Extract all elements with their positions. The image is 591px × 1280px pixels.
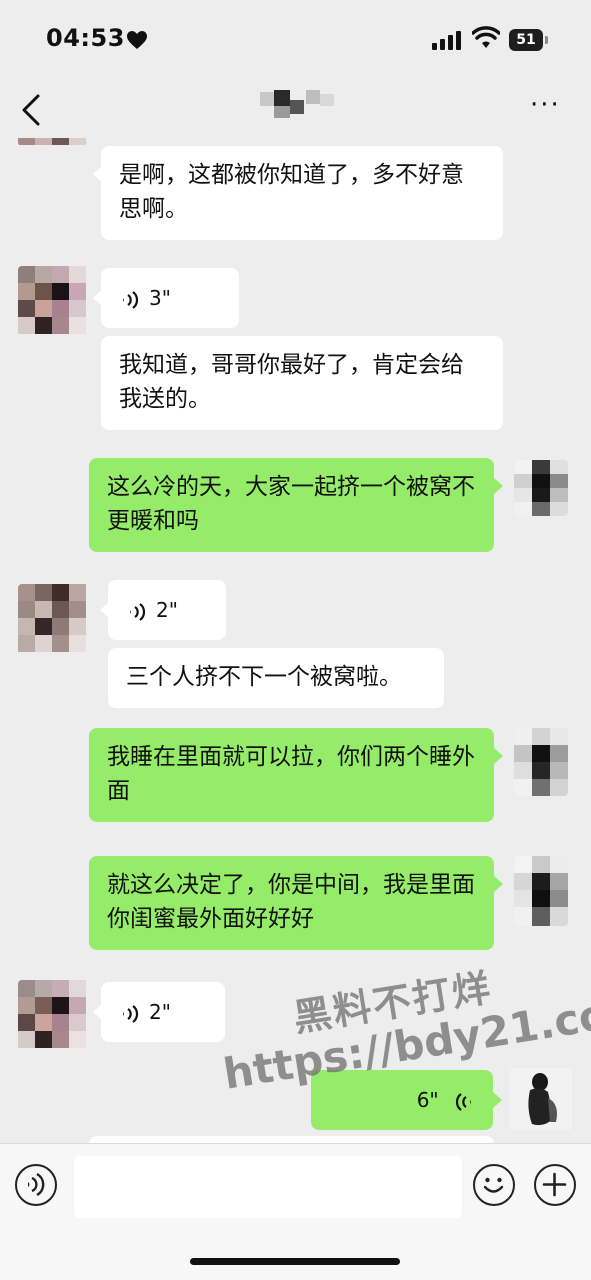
contact-avatar[interactable]: [18, 266, 88, 336]
self-avatar[interactable]: [510, 1068, 572, 1130]
plus-icon: [542, 1172, 567, 1197]
contact-avatar[interactable]: [18, 584, 88, 654]
voice-message[interactable]: 3": [101, 268, 239, 328]
voice-message[interactable]: 6": [311, 1070, 493, 1130]
voice-mode-icon: [28, 1172, 45, 1197]
message-text[interactable]: 是啊，这都被你知道了，多不好意思啊。: [101, 146, 503, 240]
message-text[interactable]: [89, 1136, 494, 1143]
status-bar: 04:53 51: [0, 0, 591, 80]
voice-wave-icon: [123, 1004, 139, 1023]
voice-message[interactable]: 2": [101, 982, 225, 1042]
emoji-button[interactable]: [473, 1164, 515, 1206]
voice-duration: 3": [149, 286, 171, 310]
voice-mode-button[interactable]: [15, 1164, 57, 1206]
voice-duration: 2": [156, 598, 178, 622]
voice-wave-icon: [123, 290, 139, 309]
voice-wave-icon: [455, 1092, 471, 1111]
home-indicator: [190, 1258, 400, 1265]
self-avatar[interactable]: [514, 728, 568, 796]
message-list[interactable]: 是啊，这都被你知道了，多不好意思啊。 3" 我知道，哥哥你最好了，肯定会给我送的…: [0, 138, 591, 1143]
message-text[interactable]: 我知道，哥哥你最好了，肯定会给我送的。: [101, 336, 503, 430]
battery-icon: 51: [509, 29, 549, 51]
message-text[interactable]: 三个人挤不下一个被窝啦。: [108, 648, 444, 708]
self-avatar[interactable]: [514, 460, 568, 516]
self-avatar[interactable]: [514, 856, 568, 926]
battery-level: 51: [509, 29, 543, 51]
voice-wave-icon: [130, 602, 146, 621]
voice-message[interactable]: 2": [108, 580, 226, 640]
avatar-photo: [510, 1068, 572, 1130]
voice-duration: 6": [416, 1088, 439, 1112]
heart-icon: [127, 31, 147, 49]
message-text[interactable]: 这么冷的天，大家一起挤一个被窝不更暖和吗: [89, 458, 494, 552]
message-text[interactable]: 就这么决定了，你是中间，我是里面你闺蜜最外面好好好: [89, 856, 494, 950]
status-time: 04:53: [46, 24, 125, 52]
signal-icon: [432, 31, 461, 50]
emoji-icon: [483, 1177, 504, 1193]
more-button[interactable]: ···: [530, 92, 566, 118]
message-text[interactable]: 我睡在里面就可以拉，你们两个睡外面: [89, 728, 494, 822]
contact-name-blurred: [260, 90, 334, 118]
more-actions-button[interactable]: [534, 1164, 576, 1206]
wifi-icon: [472, 26, 500, 48]
message-input[interactable]: [74, 1156, 462, 1218]
voice-duration: 2": [149, 1000, 171, 1024]
chevron-left-icon[interactable]: [18, 92, 48, 128]
contact-avatar[interactable]: [18, 138, 88, 146]
contact-avatar[interactable]: [18, 980, 88, 1050]
input-bar: [0, 1143, 591, 1280]
